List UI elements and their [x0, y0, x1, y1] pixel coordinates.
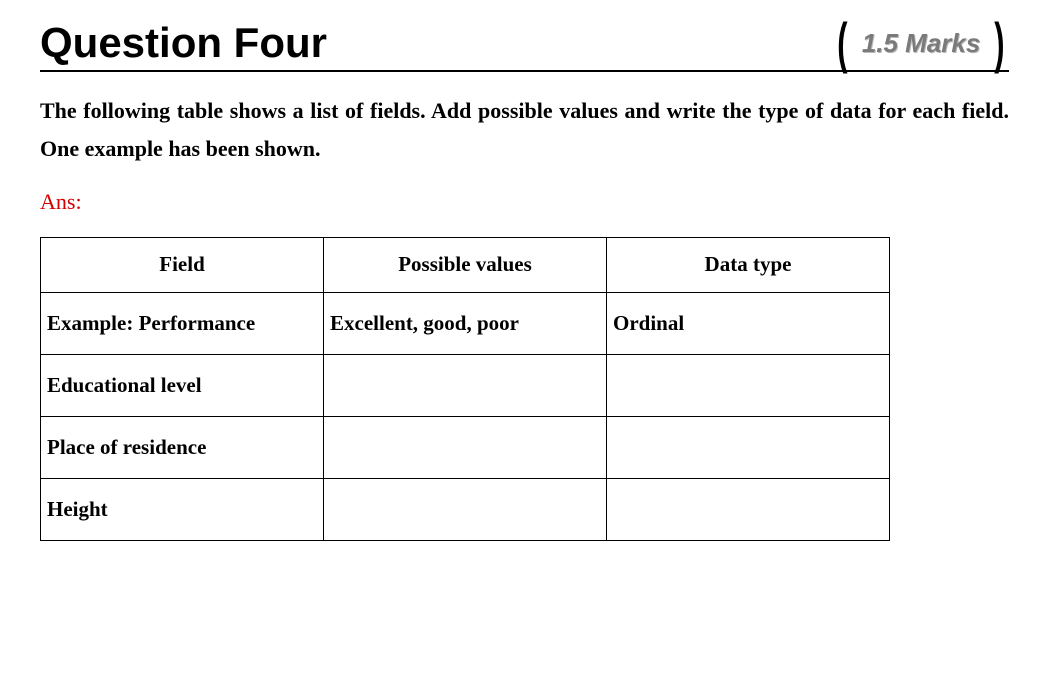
header: Question Four ( 1.5 Marks ): [40, 20, 1009, 72]
cell-dtype: [607, 478, 890, 540]
table-row: Place of residence: [41, 416, 890, 478]
column-header-datatype: Data type: [607, 237, 890, 292]
table-row: Height: [41, 478, 890, 540]
cell-possible: [324, 416, 607, 478]
cell-field: Educational level: [41, 354, 324, 416]
cell-field: Example: Performance: [41, 292, 324, 354]
marks-badge: ( 1.5 Marks ): [833, 21, 1009, 66]
cell-dtype: Ordinal: [607, 292, 890, 354]
question-title: Question Four: [40, 20, 327, 66]
column-header-possible: Possible values: [324, 237, 607, 292]
column-header-field: Field: [41, 237, 324, 292]
cell-possible: [324, 354, 607, 416]
cell-possible: Excellent, good, poor: [324, 292, 607, 354]
marks-text: 1.5 Marks: [862, 28, 981, 59]
cell-field: Height: [41, 478, 324, 540]
cell-dtype: [607, 354, 890, 416]
cell-field: Place of residence: [41, 416, 324, 478]
table-header-row: Field Possible values Data type: [41, 237, 890, 292]
answer-label: Ans:: [40, 189, 1009, 215]
fields-table: Field Possible values Data type Example:…: [40, 237, 890, 541]
table-row: Example: Performance Excellent, good, po…: [41, 292, 890, 354]
bracket-open-icon: (: [837, 21, 847, 66]
cell-possible: [324, 478, 607, 540]
question-prompt: The following table shows a list of fiel…: [40, 92, 1009, 167]
table-row: Educational level: [41, 354, 890, 416]
bracket-close-icon: ): [995, 21, 1005, 66]
cell-dtype: [607, 416, 890, 478]
